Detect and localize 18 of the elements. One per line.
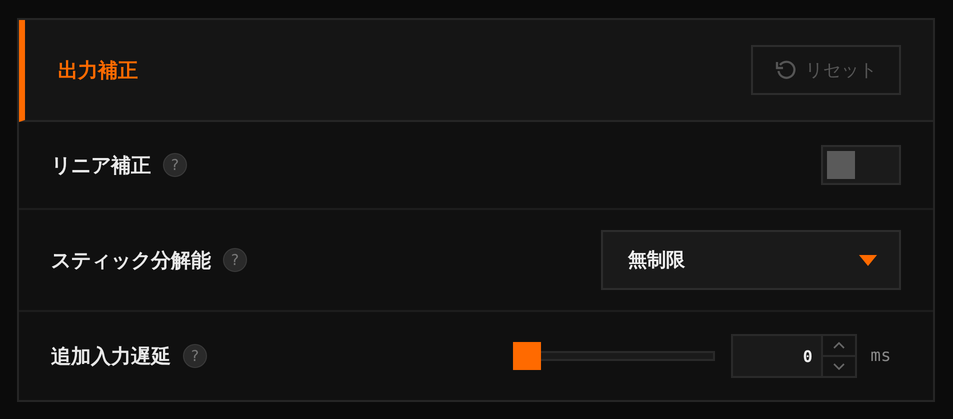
- chevron-up-icon: [832, 342, 845, 349]
- slider-thumb[interactable]: [512, 342, 541, 370]
- help-icon[interactable]: ?: [183, 344, 207, 368]
- section-title: 出力補正: [58, 56, 138, 84]
- setting-label: 追加入力遅延: [51, 342, 171, 370]
- slider[interactable]: [512, 342, 715, 370]
- dropdown[interactable]: 無制限: [601, 230, 901, 290]
- unit-label: ms: [870, 346, 891, 366]
- setting-label: スティック分解能: [51, 246, 211, 274]
- dropdown-value: 無制限: [628, 248, 685, 273]
- reset-icon: [775, 59, 797, 81]
- number-field[interactable]: 0: [730, 334, 823, 378]
- toggle-switch[interactable]: [821, 145, 901, 185]
- chevron-down-icon: [832, 363, 845, 370]
- setting-label: リニア補正: [51, 152, 151, 178]
- caret-icon: [859, 254, 877, 266]
- help-icon[interactable]: ?: [163, 153, 187, 177]
- help-icon[interactable]: ?: [223, 248, 247, 272]
